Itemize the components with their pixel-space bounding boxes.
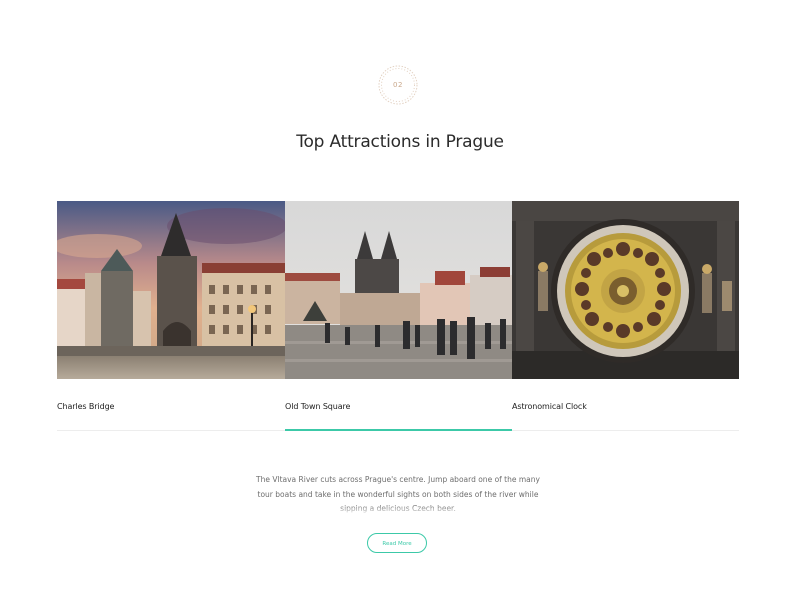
tab-old-town-square[interactable]: Old Town Square <box>285 392 512 431</box>
tab-astronomical-clock[interactable]: Astronomical Clock <box>512 392 739 430</box>
attractions-section: 02 Top Attractions in Prague Charles Bri… <box>0 0 800 600</box>
attraction-tabs: Charles Bridge Old Town Square Astronomi… <box>57 392 739 431</box>
tab-label: Charles Bridge <box>57 402 115 411</box>
tab-label: Astronomical Clock <box>512 402 587 411</box>
read-more-button[interactable]: Read More <box>367 533 427 553</box>
section-title: Top Attractions in Prague <box>296 132 504 152</box>
section-number: 02 <box>393 81 403 89</box>
tab-label: Old Town Square <box>285 402 351 411</box>
old-town-square-photo[interactable] <box>285 201 512 379</box>
tab-charles-bridge[interactable]: Charles Bridge <box>57 392 285 430</box>
section-number-badge: 02 <box>377 64 419 106</box>
charles-bridge-photo[interactable] <box>57 201 285 379</box>
astronomical-clock-photo[interactable] <box>512 201 739 379</box>
attractions-gallery <box>57 201 739 379</box>
description-fade <box>250 505 546 515</box>
